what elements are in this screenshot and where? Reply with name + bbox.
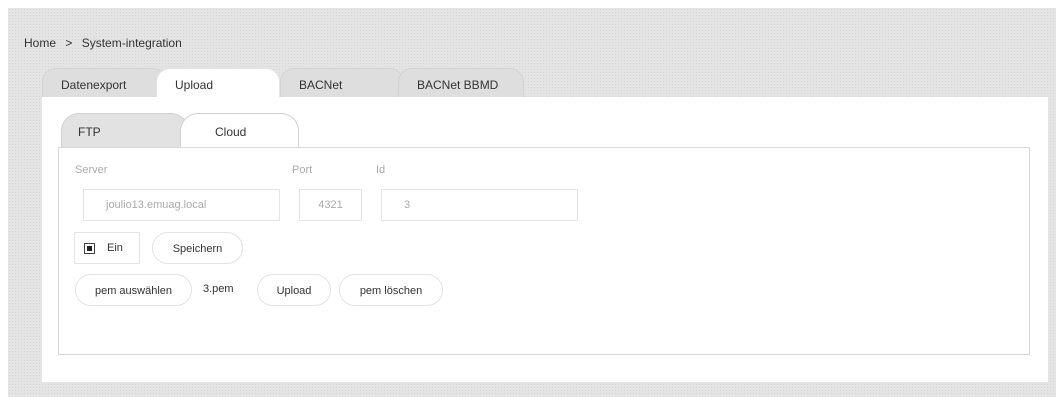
id-label: Id (376, 164, 386, 176)
pem-filename: 3.pem (203, 283, 234, 295)
enable-toggle[interactable]: Ein (74, 232, 140, 264)
breadcrumb: Home > System-integration (24, 36, 188, 50)
checkbox-checked-icon[interactable] (84, 243, 95, 254)
tab-cloud[interactable]: Cloud (180, 113, 299, 147)
breadcrumb-home[interactable]: Home (24, 36, 56, 50)
port-label: Port (292, 164, 313, 176)
upload-button[interactable]: Upload (257, 274, 331, 306)
tab-upload[interactable]: Upload (156, 68, 280, 98)
upload-panel: FTP Cloud Server Port Id joulio13.emuag.… (42, 97, 1048, 382)
tab-bacnet[interactable]: BACNet (280, 68, 404, 98)
page-background: Home > System-integration Datenexport Up… (8, 8, 1056, 397)
select-pem-button[interactable]: pem auswählen (75, 274, 192, 306)
tab-datenexport[interactable]: Datenexport (42, 68, 167, 98)
tab-bacnet-bbmd[interactable]: BACNet BBMD (398, 68, 524, 98)
cloud-settings-form: Server Port Id joulio13.emuag.local 4321… (58, 147, 1030, 355)
server-label: Server (75, 164, 108, 176)
id-input[interactable]: 3 (381, 189, 578, 221)
delete-pem-button[interactable]: pem löschen (339, 274, 443, 306)
breadcrumb-current: System-integration (81, 36, 182, 50)
save-button[interactable]: Speichern (152, 232, 243, 264)
enable-label: Ein (107, 242, 123, 254)
port-input[interactable]: 4321 (299, 189, 362, 221)
server-input[interactable]: joulio13.emuag.local (83, 189, 280, 221)
breadcrumb-separator: > (65, 36, 73, 50)
tab-ftp[interactable]: FTP (61, 113, 189, 147)
